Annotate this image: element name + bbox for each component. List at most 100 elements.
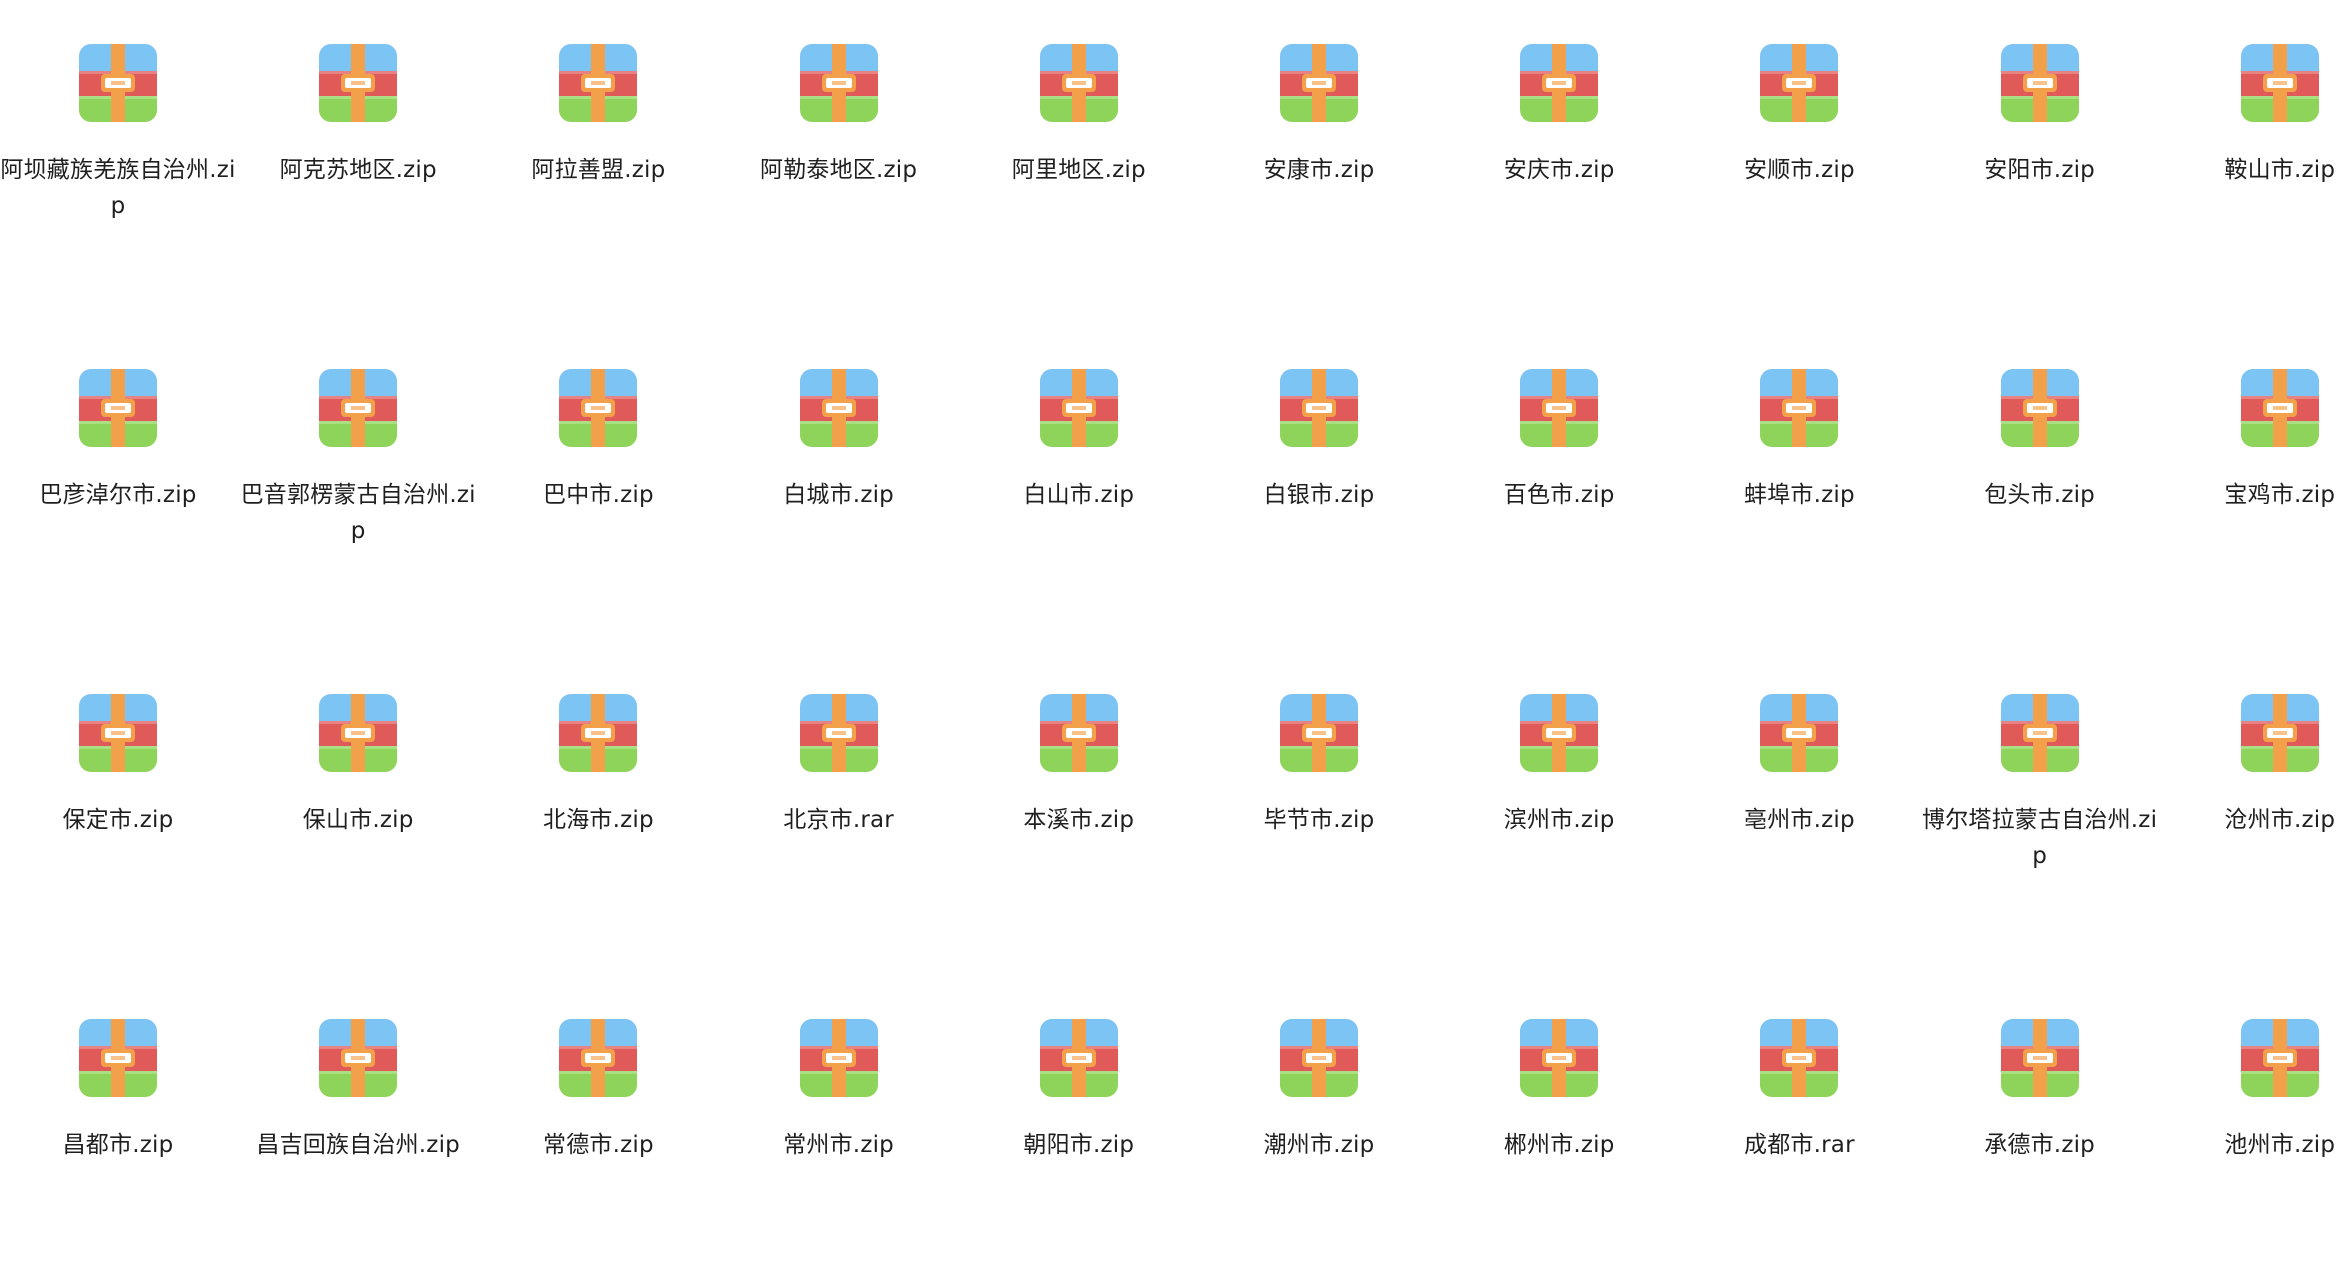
- file-name-label: 昌都市.zip: [62, 1132, 174, 1158]
- file-item[interactable]: 郴州市.zip: [1441, 975, 1677, 1225]
- file-item[interactable]: 安庆市.zip: [1441, 0, 1677, 250]
- file-item[interactable]: 阿勒泰地区.zip: [721, 0, 957, 250]
- file-item[interactable]: 承德市.zip: [1922, 975, 2158, 1225]
- file-item[interactable]: 安阳市.zip: [1922, 0, 2158, 250]
- file-name-label: 白山市.zip: [1023, 482, 1135, 508]
- file-name-label: 阿坝藏族羌族自治州.zip: [0, 157, 236, 219]
- file-item[interactable]: 昌吉回族自治州.zip: [240, 975, 476, 1225]
- file-item[interactable]: 北海市.zip: [480, 650, 716, 900]
- file-name-label: 常州市.zip: [783, 1132, 894, 1158]
- file-name-label: 安阳市.zip: [1984, 157, 2095, 183]
- file-item[interactable]: 宝鸡市.zip: [2162, 325, 2344, 575]
- file-item[interactable]: 潮州市.zip: [1201, 975, 1437, 1225]
- file-item[interactable]: 巴中市.zip: [480, 325, 716, 575]
- file-name-label: 北京市.rar: [783, 807, 894, 833]
- file-name-label: 阿拉善盟.zip: [531, 157, 666, 183]
- file-item[interactable]: 阿克苏地区.zip: [240, 0, 476, 250]
- file-item[interactable]: 白山市.zip: [961, 325, 1197, 575]
- file-name-label: 蚌埠市.zip: [1744, 482, 1855, 508]
- archive-icon: [2237, 690, 2323, 776]
- archive-icon: [315, 40, 401, 126]
- file-name-label: 沧州市.zip: [2224, 807, 2336, 833]
- file-name-label: 本溪市.zip: [1023, 807, 1135, 833]
- file-item[interactable]: 北京市.rar: [721, 650, 957, 900]
- file-name-label: 巴音郭楞蒙古自治州.zip: [240, 482, 476, 544]
- file-name-label: 安康市.zip: [1263, 157, 1375, 183]
- file-item[interactable]: 百色市.zip: [1441, 325, 1677, 575]
- file-name-label: 潮州市.zip: [1263, 1132, 1375, 1158]
- file-item[interactable]: 博尔塔拉蒙古自治州.zip: [1922, 650, 2158, 900]
- file-name-label: 保山市.zip: [302, 807, 414, 833]
- file-item[interactable]: 滨州市.zip: [1441, 650, 1677, 900]
- file-item[interactable]: 蚌埠市.zip: [1681, 325, 1917, 575]
- file-name-label: 巴彦淖尔市.zip: [39, 482, 197, 508]
- file-item[interactable]: 沧州市.zip: [2162, 650, 2344, 900]
- file-item[interactable]: 安康市.zip: [1201, 0, 1437, 250]
- file-item[interactable]: 包头市.zip: [1922, 325, 2158, 575]
- archive-icon: [315, 1015, 401, 1101]
- file-name-label: 昌吉回族自治州.zip: [256, 1132, 460, 1158]
- file-name-label: 宝鸡市.zip: [2224, 482, 2336, 508]
- archive-icon: [1997, 40, 2083, 126]
- file-name-label: 白银市.zip: [1263, 482, 1375, 508]
- archive-icon: [1997, 690, 2083, 776]
- archive-icon: [1756, 40, 1842, 126]
- archive-icon: [1276, 365, 1362, 451]
- file-item[interactable]: 池州市.zip: [2162, 975, 2344, 1225]
- file-name-label: 阿勒泰地区.zip: [760, 157, 918, 183]
- file-item[interactable]: 阿里地区.zip: [961, 0, 1197, 250]
- archive-icon: [796, 40, 882, 126]
- file-name-label: 包头市.zip: [1984, 482, 2095, 508]
- file-item[interactable]: 安顺市.zip: [1681, 0, 1917, 250]
- file-item[interactable]: 本溪市.zip: [961, 650, 1197, 900]
- file-name-label: 北海市.zip: [543, 807, 654, 833]
- file-item[interactable]: 常州市.zip: [721, 975, 957, 1225]
- file-item[interactable]: 昌都市.zip: [0, 975, 236, 1225]
- archive-icon: [1997, 1015, 2083, 1101]
- file-name-label: 鞍山市.zip: [2224, 157, 2336, 183]
- archive-icon: [1516, 1015, 1602, 1101]
- archive-icon: [796, 365, 882, 451]
- file-item[interactable]: 保定市.zip: [0, 650, 236, 900]
- file-item[interactable]: 巴音郭楞蒙古自治州.zip: [240, 325, 476, 575]
- file-name-label: 安顺市.zip: [1744, 157, 1855, 183]
- archive-icon: [796, 1015, 882, 1101]
- archive-icon: [555, 40, 641, 126]
- archive-icon: [555, 1015, 641, 1101]
- file-item[interactable]: 白城市.zip: [721, 325, 957, 575]
- archive-icon: [796, 690, 882, 776]
- file-item[interactable]: 毕节市.zip: [1201, 650, 1437, 900]
- archive-icon: [1756, 690, 1842, 776]
- archive-icon: [1276, 1015, 1362, 1101]
- file-item[interactable]: 阿拉善盟.zip: [480, 0, 716, 250]
- file-grid: 阿坝藏族羌族自治州.zip 阿克苏地区.zip 阿拉善盟.zip 阿勒泰地区.z…: [0, 0, 2344, 1264]
- file-item[interactable]: 巴彦淖尔市.zip: [0, 325, 236, 575]
- file-item[interactable]: 成都市.rar: [1681, 975, 1917, 1225]
- file-item[interactable]: 白银市.zip: [1201, 325, 1437, 575]
- archive-icon: [1036, 1015, 1122, 1101]
- file-name-label: 博尔塔拉蒙古自治州.zip: [1922, 807, 2158, 869]
- file-name-label: 滨州市.zip: [1503, 807, 1615, 833]
- file-name-label: 巴中市.zip: [543, 482, 654, 508]
- archive-icon: [1036, 690, 1122, 776]
- archive-icon: [75, 1015, 161, 1101]
- archive-icon: [1756, 365, 1842, 451]
- file-item[interactable]: 保山市.zip: [240, 650, 476, 900]
- archive-icon: [2237, 1015, 2323, 1101]
- archive-icon: [555, 365, 641, 451]
- file-item[interactable]: 鞍山市.zip: [2162, 0, 2344, 250]
- archive-icon: [315, 690, 401, 776]
- file-item[interactable]: 阿坝藏族羌族自治州.zip: [0, 0, 236, 250]
- file-name-label: 郴州市.zip: [1503, 1132, 1615, 1158]
- file-item[interactable]: 常德市.zip: [480, 975, 716, 1225]
- archive-icon: [75, 690, 161, 776]
- file-name-label: 常德市.zip: [543, 1132, 654, 1158]
- archive-icon: [1516, 365, 1602, 451]
- file-name-label: 承德市.zip: [1984, 1132, 2095, 1158]
- file-item[interactable]: 亳州市.zip: [1681, 650, 1917, 900]
- file-name-label: 毕节市.zip: [1263, 807, 1375, 833]
- file-name-label: 白城市.zip: [783, 482, 894, 508]
- archive-icon: [1276, 690, 1362, 776]
- file-item[interactable]: 朝阳市.zip: [961, 975, 1197, 1225]
- file-name-label: 亳州市.zip: [1744, 807, 1855, 833]
